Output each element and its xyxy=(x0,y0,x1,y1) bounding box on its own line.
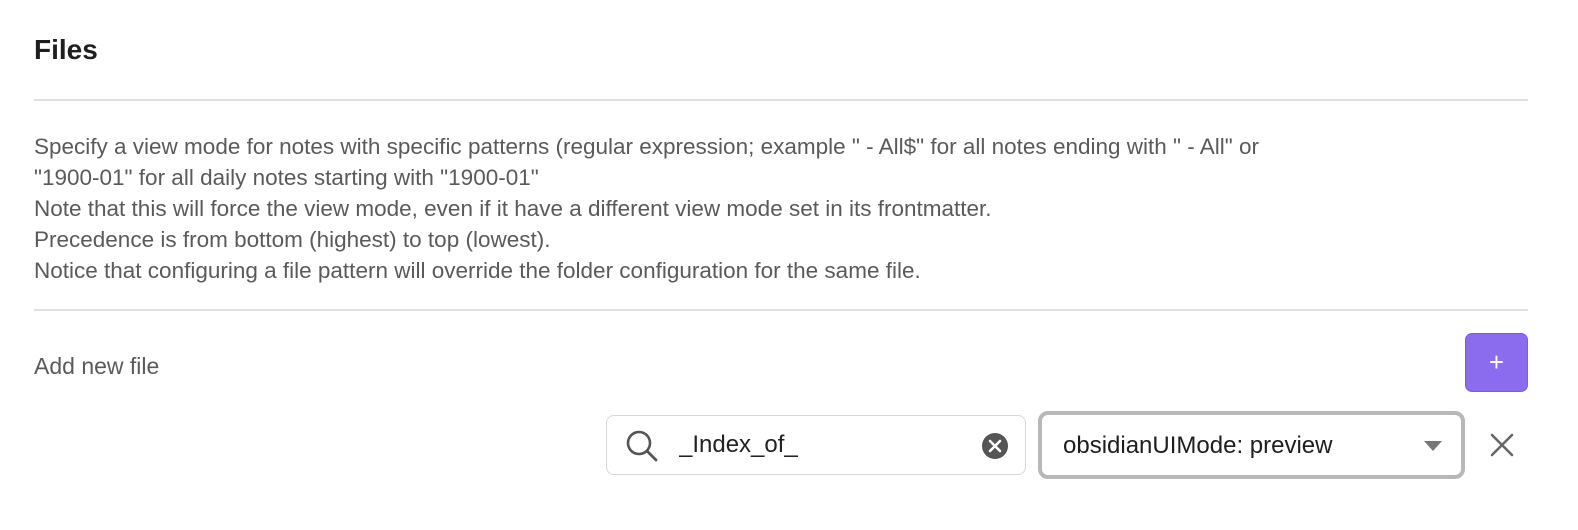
file-pattern-input[interactable] xyxy=(679,428,969,462)
description-line: Specify a view mode for notes with speci… xyxy=(34,134,1260,159)
search-icon xyxy=(626,430,658,462)
close-icon[interactable] xyxy=(1484,427,1520,463)
file-pattern-search[interactable] xyxy=(606,415,1026,475)
add-new-file-label: Add new file xyxy=(34,353,160,379)
description-line: Precedence is from bottom (highest) to t… xyxy=(34,227,551,252)
view-mode-dropdown[interactable]: obsidianUIMode: preview xyxy=(1038,411,1465,479)
section-title: Files xyxy=(34,34,98,65)
setting-description: Specify a view mode for notes with speci… xyxy=(34,131,1528,286)
description-line: Note that this will force the view mode,… xyxy=(34,196,992,221)
add-file-button[interactable]: + xyxy=(1465,333,1528,392)
chevron-down-icon xyxy=(1424,441,1442,451)
view-mode-selected: obsidianUIMode: preview xyxy=(1063,432,1333,459)
description-line: Notice that configuring a file pattern w… xyxy=(34,258,921,283)
section-divider xyxy=(34,99,1528,101)
description-line: "1900-01" for all daily notes starting w… xyxy=(34,165,539,190)
clear-circle-icon[interactable] xyxy=(981,432,1009,460)
setting-divider xyxy=(34,309,1528,311)
